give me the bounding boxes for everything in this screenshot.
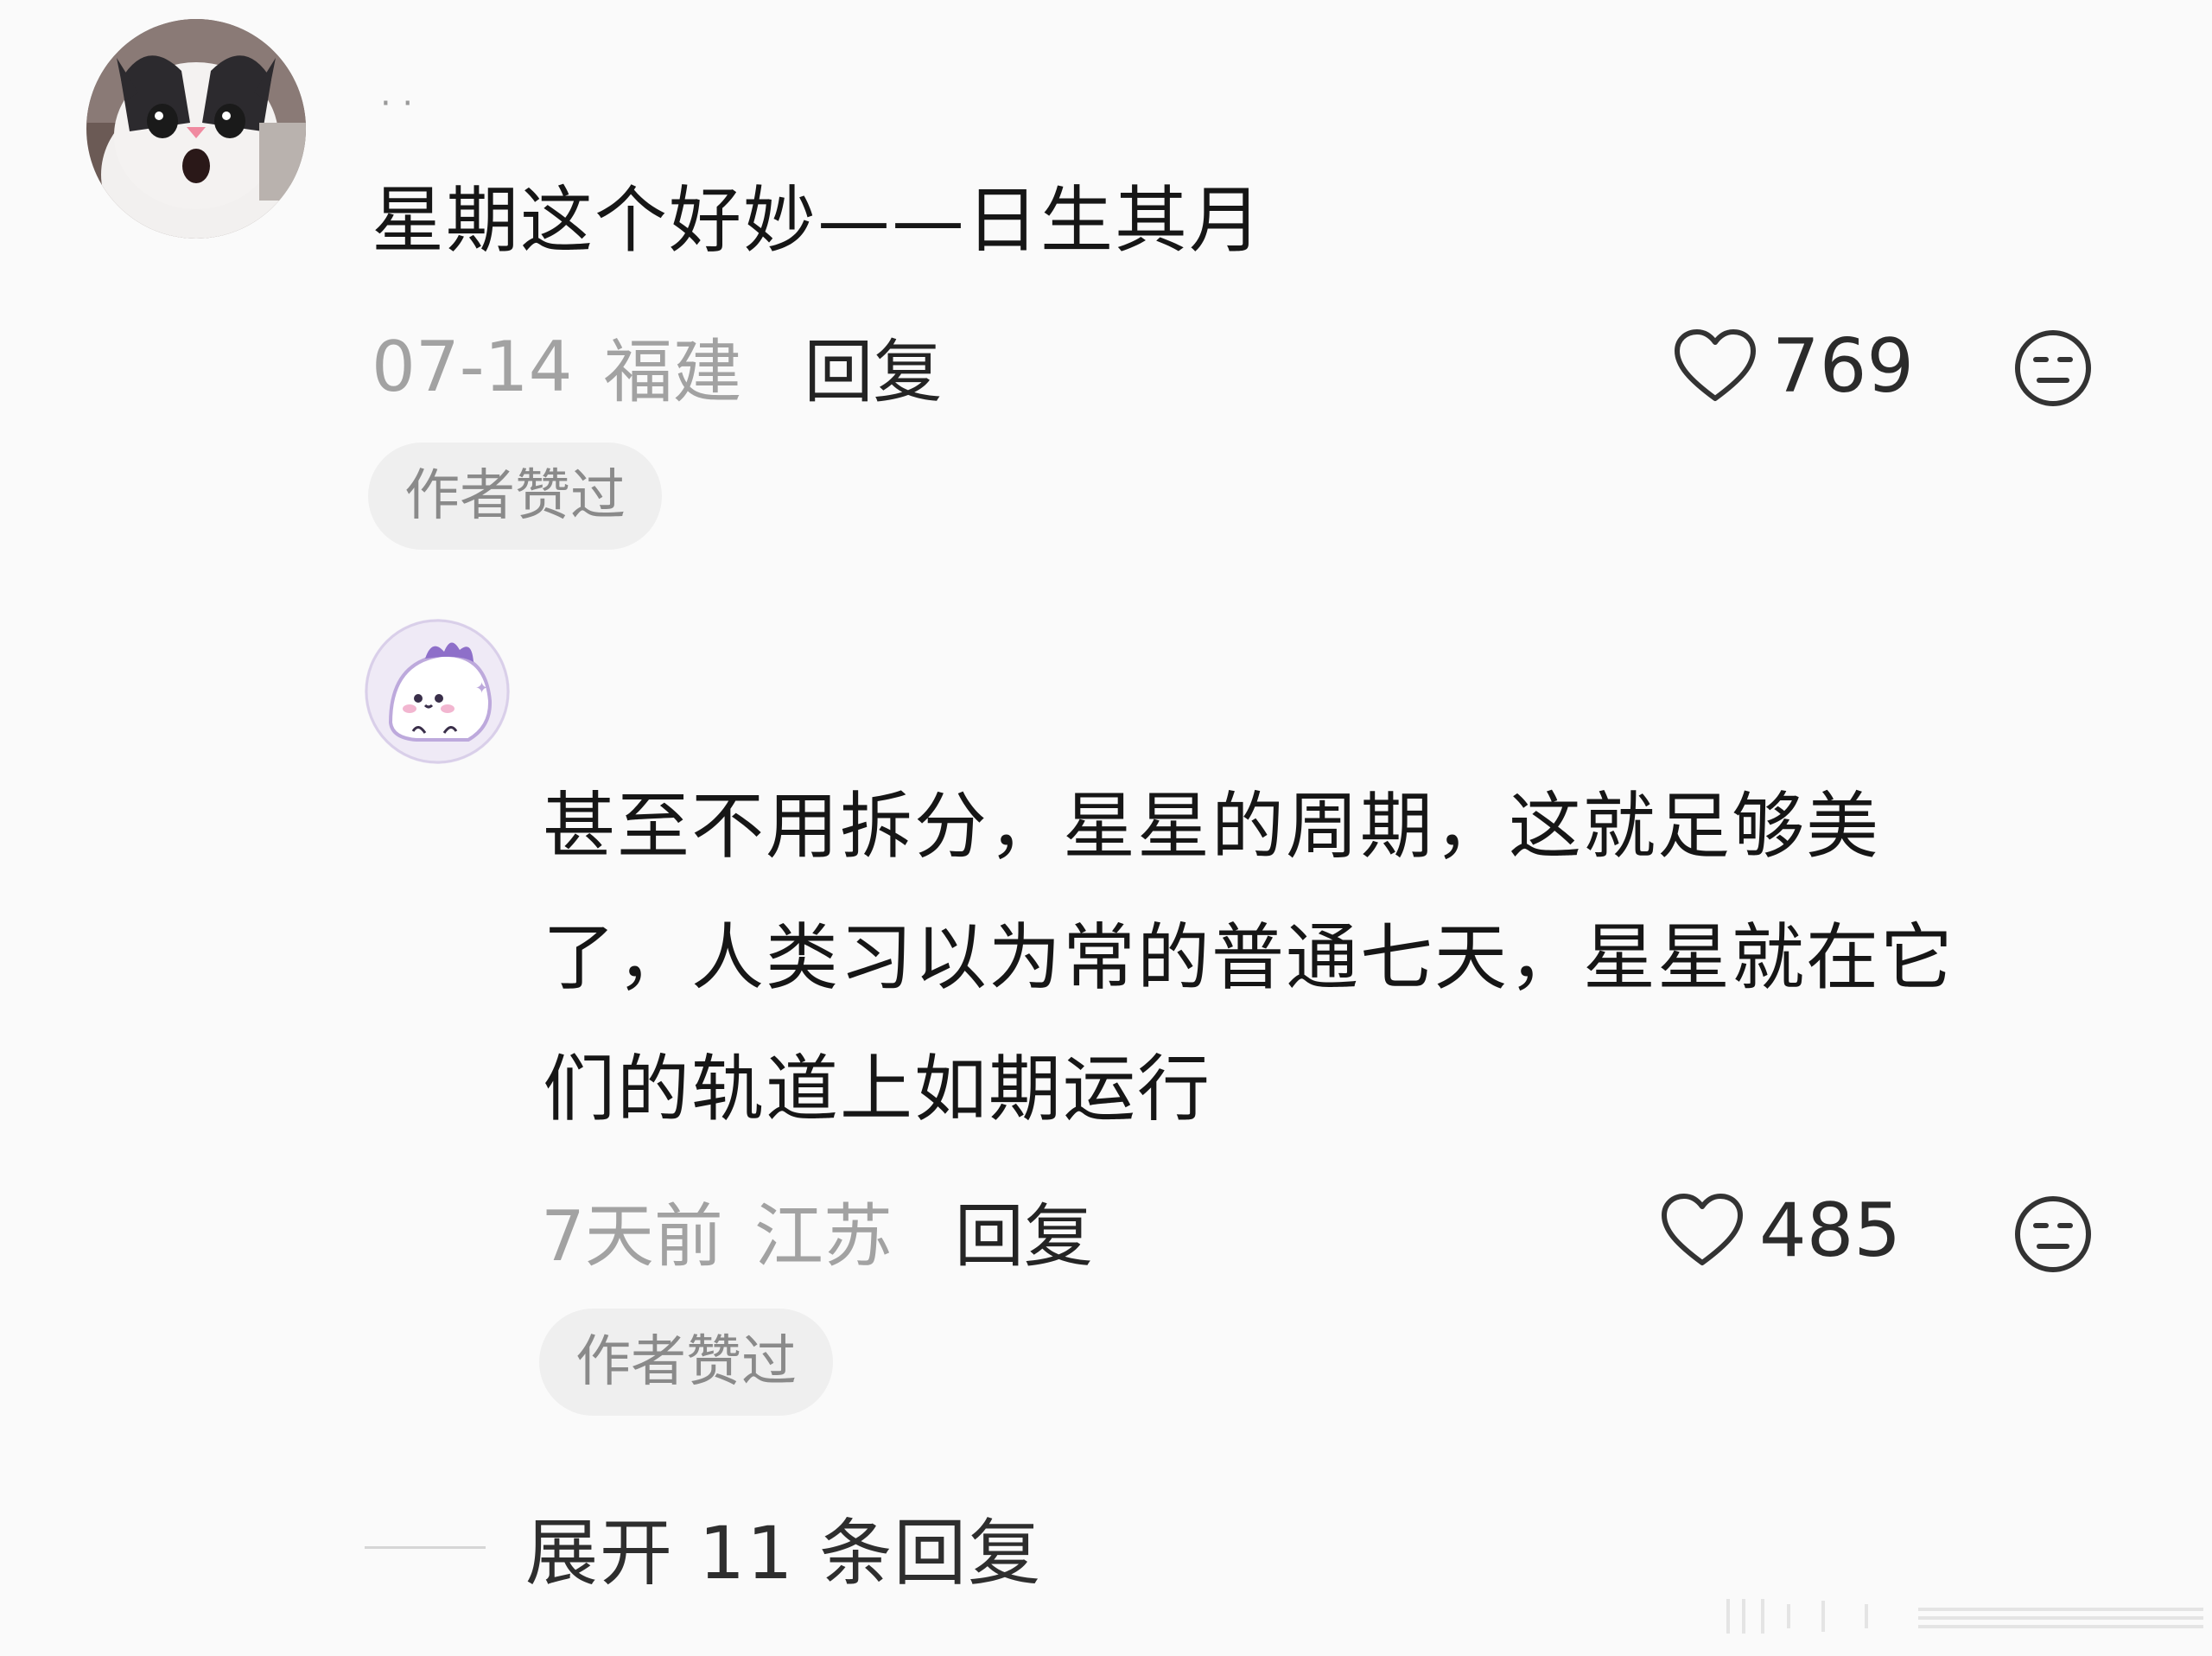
meh-face-icon[interactable] — [2013, 328, 2093, 408]
comment-location: 江苏 — [753, 1196, 893, 1277]
author-liked-badge: 作者赞过 — [368, 443, 662, 550]
cat-avatar-icon — [86, 19, 306, 239]
reply-button[interactable]: 回复 — [804, 316, 942, 417]
heart-outline-icon — [1672, 328, 1758, 405]
divider — [365, 1545, 486, 1549]
comment-text: 甚至不用拆分，星星的周期，这就足够美 了，人类习以为常的普通七天，星星就在它 们… — [543, 761, 2184, 1155]
avatar[interactable] — [86, 19, 306, 239]
comment-date: 7天前 — [541, 1196, 723, 1277]
expand-replies-label: 展开 11 条回复 — [525, 1510, 1043, 1595]
comment-location: 福建 — [603, 332, 742, 412]
like-button[interactable]: 769 — [1672, 323, 1914, 410]
comment-thread: · · 星期这个好妙——日生其月 07-14 福建 回复 769 作者赞过 ✦ … — [0, 0, 2212, 1656]
comment-text-line: 了，人类习以为常的普通七天，星星就在它 — [543, 915, 1955, 1000]
username[interactable]: · · — [380, 86, 413, 121]
watermark — [1719, 1592, 2203, 1640]
purple-dino-avatar-icon: ✦ — [365, 619, 510, 764]
meh-face-icon[interactable] — [2013, 1194, 2093, 1274]
heart-outline-icon — [1659, 1192, 1745, 1270]
comment-text: 星期这个好妙——日生其月 — [372, 178, 1264, 263]
author-liked-badge: 作者赞过 — [539, 1309, 833, 1416]
like-count: 485 — [1759, 1188, 1902, 1274]
avatar[interactable]: ✦ — [365, 619, 510, 764]
comment-text-line: 们的轨道上如期运行 — [543, 1047, 1212, 1131]
comment-date: 07-14 — [372, 326, 573, 407]
like-button[interactable]: 485 — [1659, 1188, 1901, 1274]
comment-meta: 7天前 江苏 回复 — [541, 1188, 1093, 1277]
svg-text:✦: ✦ — [475, 679, 488, 697]
comment-meta: 07-14 福建 回复 — [372, 323, 942, 413]
expand-replies-button[interactable]: 展开 11 条回复 — [365, 1504, 1042, 1595]
reply-button[interactable]: 回复 — [955, 1181, 1093, 1281]
comment-text-line: 甚至不用拆分，星星的周期，这就足够美 — [543, 784, 1881, 869]
like-count: 769 — [1772, 323, 1915, 410]
